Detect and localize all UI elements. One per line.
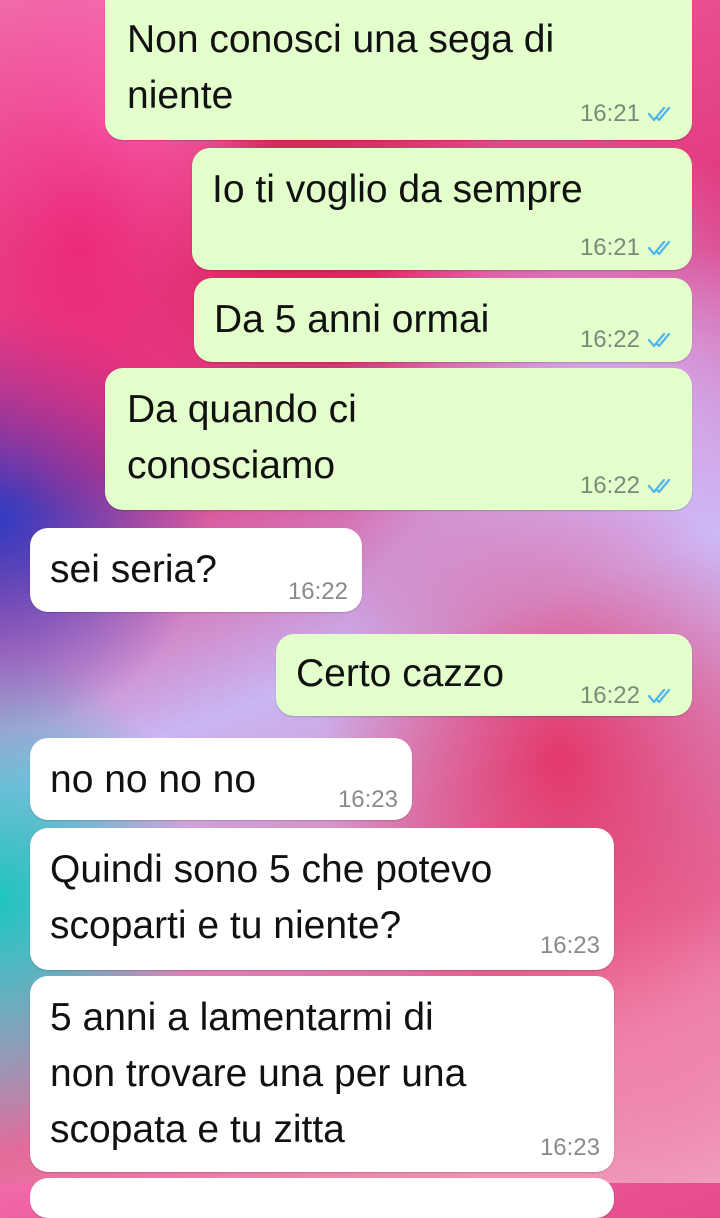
- message-time: 16:22: [579, 682, 640, 709]
- message-bubble-outgoing[interactable]: Certo cazzo 16:22: [276, 634, 692, 716]
- message-text: Da 5 anni ormai: [214, 298, 490, 341]
- message-bubble-outgoing[interactable]: Io ti voglio da sempre 16:21: [192, 148, 692, 270]
- message-meta: 16:22: [580, 472, 676, 500]
- message-text: Da quando ci conosciamo: [127, 388, 357, 487]
- message-meta: 16:22: [580, 682, 676, 710]
- message-bubble-outgoing[interactable]: Da quando ci conosciamo 16:22: [105, 368, 692, 510]
- message-meta: 16:21: [580, 100, 676, 128]
- message-bubble-incoming[interactable]: 5 anni a lamentarmi di non trovare una p…: [30, 976, 614, 1172]
- read-double-check-icon: [648, 478, 671, 494]
- read-double-check-icon: [648, 240, 671, 256]
- message-meta: 16:22: [288, 578, 348, 606]
- message-text: Quindi sono 5 che potevo scoparti e tu n…: [50, 848, 493, 947]
- message-bubble-incoming-partial: [30, 1178, 614, 1218]
- message-time: 16:23: [539, 932, 600, 959]
- message-text: Certo cazzo: [296, 652, 505, 695]
- message-bubble-incoming[interactable]: Quindi sono 5 che potevo scoparti e tu n…: [30, 828, 614, 970]
- message-meta: 16:23: [540, 932, 600, 960]
- read-double-check-icon: [648, 332, 671, 348]
- message-text: Io ti voglio da sempre: [212, 168, 583, 211]
- message-bubble-outgoing[interactable]: Da 5 anni ormai 16:22: [194, 278, 692, 362]
- message-meta: 16:23: [338, 786, 398, 814]
- message-time: 16:21: [579, 234, 640, 261]
- message-text: sei seria?: [50, 548, 217, 591]
- message-time: 16:22: [579, 326, 640, 353]
- message-meta: 16:23: [540, 1134, 600, 1162]
- message-meta: 16:21: [580, 234, 676, 262]
- message-meta: 16:22: [580, 326, 676, 354]
- message-bubble-incoming[interactable]: sei seria? 16:22: [30, 528, 362, 612]
- message-text: 5 anni a lamentarmi di non trovare una p…: [50, 996, 467, 1151]
- read-double-check-icon: [648, 106, 671, 122]
- message-text: no no no no: [50, 758, 257, 801]
- message-time: 16:23: [337, 786, 398, 813]
- message-time: 16:23: [539, 1134, 600, 1161]
- message-time: 16:21: [579, 100, 640, 127]
- message-time: 16:22: [287, 578, 348, 605]
- message-bubble-outgoing[interactable]: Non conosci una sega di niente 16:21: [105, 0, 692, 140]
- message-time: 16:22: [579, 472, 640, 499]
- message-bubble-incoming[interactable]: no no no no 16:23: [30, 738, 412, 820]
- message-text: Non conosci una sega di niente: [127, 18, 555, 117]
- read-double-check-icon: [648, 688, 671, 704]
